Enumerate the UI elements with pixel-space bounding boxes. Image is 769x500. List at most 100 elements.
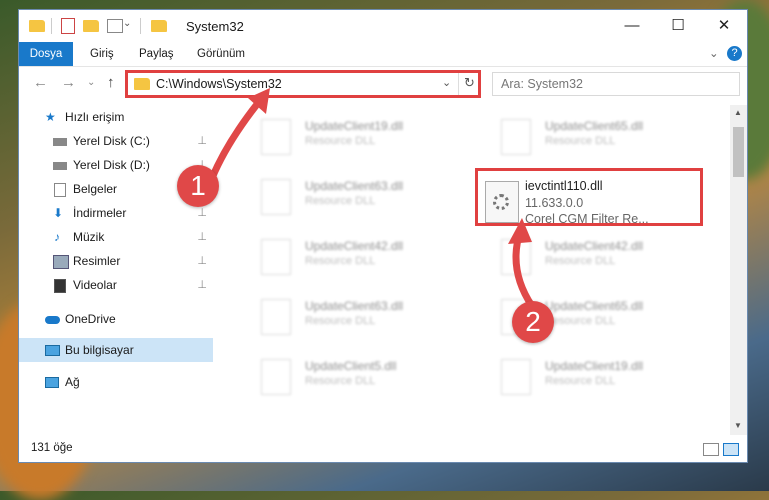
step-2-badge: 2: [512, 301, 554, 343]
file-type: Resource DLL: [545, 255, 616, 267]
sidebar-item-label: İndirmeler: [73, 206, 127, 220]
sidebar-item-downloads[interactable]: ⬇ İndirmeler ⊥: [19, 201, 213, 225]
file-name: UpdateClient63.dll: [305, 179, 404, 193]
up-button[interactable]: ↑: [107, 74, 115, 91]
sidebar-item-network[interactable]: Ağ: [19, 370, 213, 394]
large-icons-view-icon[interactable]: [723, 443, 739, 456]
properties-icon[interactable]: [61, 18, 75, 34]
file-name: UpdateClient65.dll: [545, 119, 644, 133]
sidebar-item-music[interactable]: ♪ Müzik ⊥: [19, 225, 213, 249]
sidebar-item-local-disk-c[interactable]: Yerel Disk (C:) ⊥: [19, 129, 213, 153]
file-type: Resource DLL: [545, 315, 616, 327]
file-name: UpdateClient65.dll: [545, 299, 644, 313]
recent-locations-button[interactable]: ⌄: [87, 77, 95, 88]
list-item[interactable]: UpdateClient42.dll Resource DLL: [239, 237, 459, 277]
file-type: Resource DLL: [305, 195, 376, 207]
title-bar: ⌄ System32 — ☐ ✕: [19, 10, 747, 42]
file-type: Resource DLL: [545, 135, 616, 147]
view-icon[interactable]: [107, 19, 123, 33]
file-list: UpdateClient19.dll Resource DLL UpdateCl…: [219, 105, 731, 435]
file-name: UpdateClient42.dll: [305, 239, 404, 253]
address-highlight-box: [125, 70, 481, 98]
maximize-button[interactable]: ☐: [655, 10, 701, 42]
computer-icon: [45, 345, 60, 356]
details-view-icon[interactable]: [703, 443, 719, 456]
star-icon: ★: [45, 110, 56, 124]
step-1-badge: 1: [177, 165, 219, 207]
file-type: Resource DLL: [305, 255, 376, 267]
sidebar-item-label: Hızlı erişim: [65, 110, 125, 124]
help-icon[interactable]: ?: [727, 46, 742, 61]
dll-file-icon: [501, 239, 531, 275]
tab-share[interactable]: Paylaş: [139, 42, 174, 66]
dll-file-icon: [261, 119, 291, 155]
separator: [51, 18, 52, 34]
forward-button[interactable]: →: [61, 74, 76, 91]
sidebar-item-label: OneDrive: [65, 312, 116, 326]
sidebar-item-onedrive[interactable]: OneDrive: [19, 307, 213, 331]
status-bar: 131 öğe: [19, 436, 747, 462]
vertical-scrollbar[interactable]: ▲ ▼: [730, 105, 747, 435]
drive-icon: [53, 138, 67, 146]
list-item[interactable]: UpdateClient63.dll Resource DLL: [239, 177, 459, 217]
quick-access-dropdown-icon[interactable]: ⌄: [123, 18, 131, 29]
dll-file-icon: [261, 179, 291, 215]
minimize-button[interactable]: —: [609, 10, 655, 42]
list-item[interactable]: UpdateClient5.dll Resource DLL: [239, 357, 459, 397]
sidebar-item-pictures[interactable]: Resimler ⊥: [19, 249, 213, 273]
file-type: Resource DLL: [305, 315, 376, 327]
list-item[interactable]: UpdateClient63.dll Resource DLL: [239, 297, 459, 337]
sidebar-item-label: Videolar: [73, 278, 117, 292]
ribbon-tabs: Dosya Giriş Paylaş Görünüm ⌄ ?: [19, 42, 747, 67]
file-name: UpdateClient42.dll: [545, 239, 644, 253]
window-folder-icon: [151, 20, 167, 32]
pin-icon[interactable]: ⊥: [197, 273, 207, 297]
scroll-down-icon[interactable]: ▼: [734, 421, 742, 430]
music-icon: ♪: [54, 230, 60, 244]
sidebar-item-label: Bu bilgisayar: [65, 343, 134, 357]
item-count: 131 öğe: [31, 442, 73, 454]
tab-file[interactable]: Dosya: [19, 42, 73, 66]
folder-icon: [29, 20, 45, 32]
back-button[interactable]: ←: [33, 74, 48, 91]
sidebar-item-quick-access[interactable]: ★ Hızlı erişim: [19, 105, 213, 129]
list-item[interactable]: UpdateClient42.dll Resource DLL: [479, 237, 699, 277]
pictures-icon: [53, 255, 69, 269]
search-input[interactable]: Ara: System32: [501, 77, 583, 91]
file-type: Resource DLL: [305, 375, 376, 387]
pin-icon[interactable]: ⊥: [197, 225, 207, 249]
dll-file-icon: [261, 299, 291, 335]
list-item[interactable]: UpdateClient65.dll Resource DLL: [479, 117, 699, 157]
pin-icon[interactable]: ⊥: [197, 129, 207, 153]
file-name: UpdateClient19.dll: [305, 119, 404, 133]
sidebar-item-label: Resimler: [73, 254, 121, 268]
file-type: Resource DLL: [305, 135, 376, 147]
file-name: UpdateClient63.dll: [305, 299, 404, 313]
network-icon: [45, 377, 59, 388]
sidebar-item-label: Yerel Disk (C:): [73, 134, 150, 148]
close-button[interactable]: ✕: [701, 10, 747, 42]
file-type: Resource DLL: [545, 375, 616, 387]
tab-home[interactable]: Giriş: [90, 42, 114, 66]
cloud-icon: [45, 316, 60, 324]
search-box[interactable]: Ara: System32: [492, 72, 740, 96]
sidebar-item-label: Belgeler: [73, 182, 118, 196]
tab-view[interactable]: Görünüm: [197, 42, 245, 66]
list-item[interactable]: UpdateClient19.dll Resource DLL: [479, 357, 699, 397]
expand-ribbon-icon[interactable]: ⌄: [709, 42, 719, 66]
sidebar-item-videos[interactable]: Videolar ⊥: [19, 273, 213, 297]
dll-file-icon: [501, 359, 531, 395]
dll-file-icon: [501, 119, 531, 155]
pin-icon[interactable]: ⊥: [197, 249, 207, 273]
new-folder-icon[interactable]: [83, 20, 99, 32]
sidebar-item-label: Yerel Disk (D:): [73, 158, 150, 172]
list-item[interactable]: UpdateClient19.dll Resource DLL: [239, 117, 459, 157]
file-name: UpdateClient19.dll: [545, 359, 644, 373]
documents-icon: [54, 183, 66, 197]
scrollbar-thumb[interactable]: [733, 127, 744, 177]
scroll-up-icon[interactable]: ▲: [734, 108, 742, 117]
sidebar-item-this-pc[interactable]: Bu bilgisayar: [19, 338, 213, 362]
separator: [140, 18, 141, 34]
navigation-pane: ★ Hızlı erişim Yerel Disk (C:) ⊥ Yerel D…: [19, 105, 213, 435]
sidebar-item-label: Ağ: [65, 375, 80, 389]
